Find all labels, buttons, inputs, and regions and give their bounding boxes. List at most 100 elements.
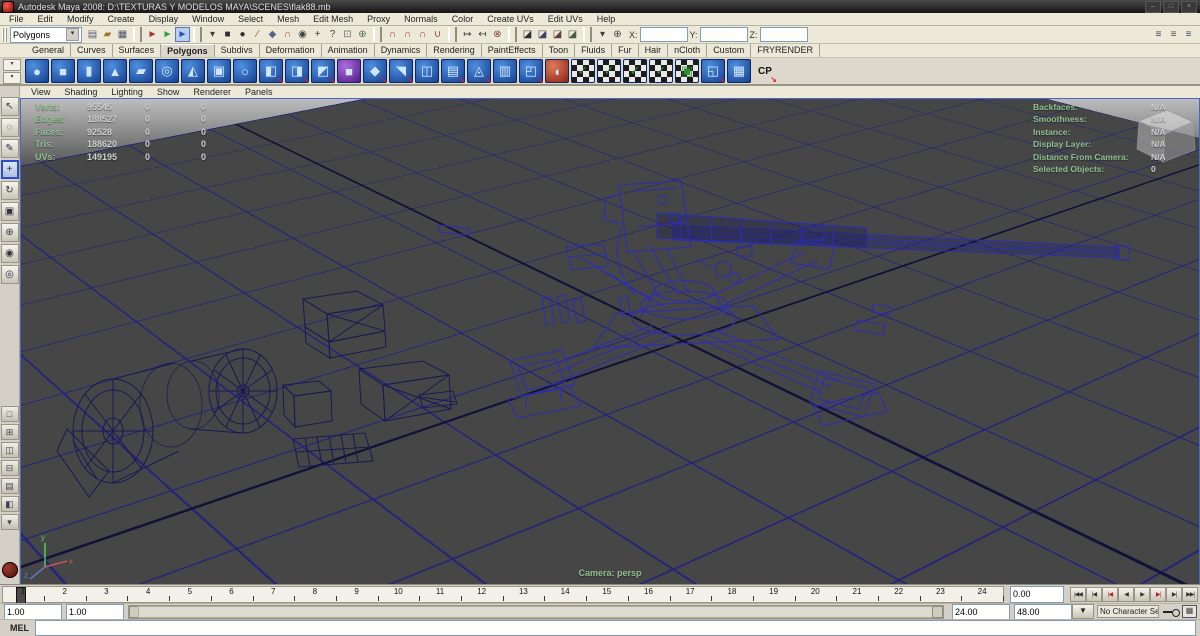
step-back-frame-button[interactable]: |◀ [1086, 586, 1102, 602]
poly-plane-icon[interactable]: ▰ [129, 59, 153, 83]
cp-export-icon[interactable]: CP [753, 59, 777, 84]
poly-sphere-icon[interactable]: ● [25, 59, 49, 83]
menu-select[interactable]: Select [231, 13, 270, 25]
mask-marker-icon[interactable]: ◉ [295, 27, 310, 42]
shelf-tab-arrow-icon[interactable]: ▾ [3, 58, 21, 71]
play-backward-button[interactable]: ◀ [1118, 586, 1134, 602]
z-field[interactable] [759, 27, 808, 42]
range-bar[interactable] [138, 605, 934, 618]
menu-edit-uvs[interactable]: Edit UVs [541, 13, 590, 25]
shelf-tab-ncloth[interactable]: nCloth [668, 44, 708, 57]
poly-pipe-icon[interactable]: ▣ [207, 59, 231, 83]
menu-edit-mesh[interactable]: Edit Mesh [306, 13, 360, 25]
poly-cylinder-icon[interactable]: ▮ [77, 59, 101, 83]
pane-graph-layout[interactable]: ⊟ [0, 460, 19, 476]
perspective-viewport[interactable]: y x z Verts: 95545 0 0 Edges: 188527 0 0 Faces: 9… [20, 98, 1200, 585]
playback-start-field[interactable] [66, 603, 124, 620]
menu-create[interactable]: Create [101, 13, 142, 25]
menu-help[interactable]: Help [590, 13, 623, 25]
minimize-button[interactable]: – [1145, 0, 1161, 13]
single-pane-layout[interactable]: □ [0, 406, 19, 422]
transfer-attributes-icon[interactable]: ◱ [701, 59, 725, 84]
status-line-grip[interactable] [2, 27, 8, 42]
attribute-editor-toggle[interactable]: ≡ [1151, 27, 1166, 42]
menu-create-uvs[interactable]: Create UVs [480, 13, 541, 25]
panel-menu-lighting[interactable]: Lighting [104, 86, 150, 98]
paint-select-tool[interactable]: ✎ [0, 139, 19, 158]
animation-end-field[interactable] [1014, 603, 1072, 620]
highlight-selection-icon[interactable]: ⊕ [355, 27, 370, 42]
paint-reduce-checker-icon[interactable]: ✓ [623, 59, 647, 83]
poke-face-icon[interactable]: ◆ [363, 59, 387, 84]
uv-grid-icon[interactable]: ▦ [727, 59, 751, 83]
mask-curve-icon[interactable]: ∩ [280, 27, 295, 42]
menu-modify[interactable]: Modify [60, 13, 101, 25]
pane-outliner-layout[interactable]: ◫ [0, 442, 19, 458]
range-end-handle[interactable] [932, 605, 943, 618]
go-to-end-button[interactable]: ▶▶| [1182, 586, 1198, 602]
make-live-icon[interactable]: ∪ [430, 27, 445, 42]
combine-icon[interactable]: ◧ [259, 59, 283, 84]
x-field[interactable] [639, 27, 688, 42]
input-connections-icon[interactable]: ↦ [460, 27, 475, 42]
menu-mesh[interactable]: Mesh [270, 13, 306, 25]
boxed-checker-icon[interactable]: ▣ [675, 59, 699, 83]
poly-cube-icon[interactable]: ■ [51, 59, 75, 83]
shelf-tab-polygons[interactable]: Polygons [161, 44, 215, 57]
status-line-divider[interactable] [133, 27, 142, 42]
extrude-icon[interactable]: ◰ [519, 59, 543, 84]
output-connections-icon[interactable]: ↤ [475, 27, 490, 42]
scale-tool[interactable]: ▣ [0, 202, 19, 221]
status-line-divider[interactable] [583, 27, 592, 42]
smooth-checker-icon[interactable]: ✓ [571, 59, 595, 83]
rotate-tool[interactable]: ↻ [0, 181, 19, 200]
show-manipulator-tool[interactable]: ◎ [0, 265, 19, 284]
step-forward-key-button[interactable]: ▶| [1150, 586, 1166, 602]
tool-settings-toggle[interactable]: ≡ [1166, 27, 1181, 42]
soft-modification-tool[interactable]: ◉ [0, 244, 19, 263]
auto-keyframe-icon[interactable] [1163, 607, 1180, 617]
mask-line-icon[interactable]: ∕ [250, 27, 265, 42]
shelf-tab-general[interactable]: General [26, 44, 72, 57]
render-settings-icon[interactable]: ◪ [550, 27, 565, 42]
menu-edit[interactable]: Edit [31, 13, 61, 25]
hypershade-icon[interactable]: ◪ [565, 27, 580, 42]
insert-edge-loop-icon[interactable]: ▥ [493, 59, 517, 83]
select-hierarchy-icon[interactable]: ► [145, 27, 160, 42]
shelf-tab-deformation[interactable]: Deformation [260, 44, 322, 57]
menu-file[interactable]: File [2, 13, 31, 25]
sculpt-dome-icon[interactable]: ◖ [545, 59, 569, 83]
shelf-tab-toon[interactable]: Toon [543, 44, 576, 57]
bridge-icon[interactable]: ◫ [415, 59, 439, 83]
hypershade-pane-layout[interactable]: ▤ [0, 478, 19, 494]
status-line-divider[interactable] [373, 27, 382, 42]
panel-menu-shading[interactable]: Shading [57, 86, 104, 98]
mask-add-icon[interactable]: + [310, 27, 325, 42]
status-line-divider[interactable] [448, 27, 457, 42]
move-tool[interactable]: + [0, 160, 19, 179]
open-scene-icon[interactable]: ▰ [100, 27, 115, 42]
status-line-divider[interactable] [508, 27, 517, 42]
y-field[interactable] [699, 27, 748, 42]
four-pane-layout[interactable]: ⊞ [0, 424, 19, 440]
smooth-icon[interactable]: ■ [337, 59, 361, 83]
split-polygon-icon[interactable]: ◬ [467, 59, 491, 84]
shelf-tab-fryrender[interactable]: FRYRENDER [751, 44, 821, 57]
shelf-tab-painteffects[interactable]: PaintEffects [482, 44, 543, 57]
shelf-tab-fur[interactable]: Fur [612, 44, 639, 57]
globe-icon[interactable] [1, 562, 18, 578]
snap-grid-icon[interactable]: ∩ [385, 27, 400, 42]
menu-window[interactable]: Window [185, 13, 231, 25]
shelf-menu-widget[interactable]: ▾ ▾ [0, 58, 24, 84]
shelf-tab-surfaces[interactable]: Surfaces [113, 44, 162, 57]
current-time-field[interactable] [1010, 585, 1064, 603]
new-scene-icon[interactable]: ▤ [85, 27, 100, 42]
go-to-start-button[interactable]: |◀◀ [1070, 586, 1086, 602]
character-set-dropdown[interactable]: ▼ [1072, 604, 1094, 619]
lasso-select-tool[interactable]: ◌ [0, 118, 19, 137]
shelf-tab-dynamics[interactable]: Dynamics [375, 44, 428, 57]
poly-torus-icon[interactable]: ◎ [155, 59, 179, 83]
animation-start-field[interactable] [4, 603, 62, 620]
menu-normals[interactable]: Normals [397, 13, 445, 25]
close-button[interactable]: × [1181, 0, 1197, 13]
